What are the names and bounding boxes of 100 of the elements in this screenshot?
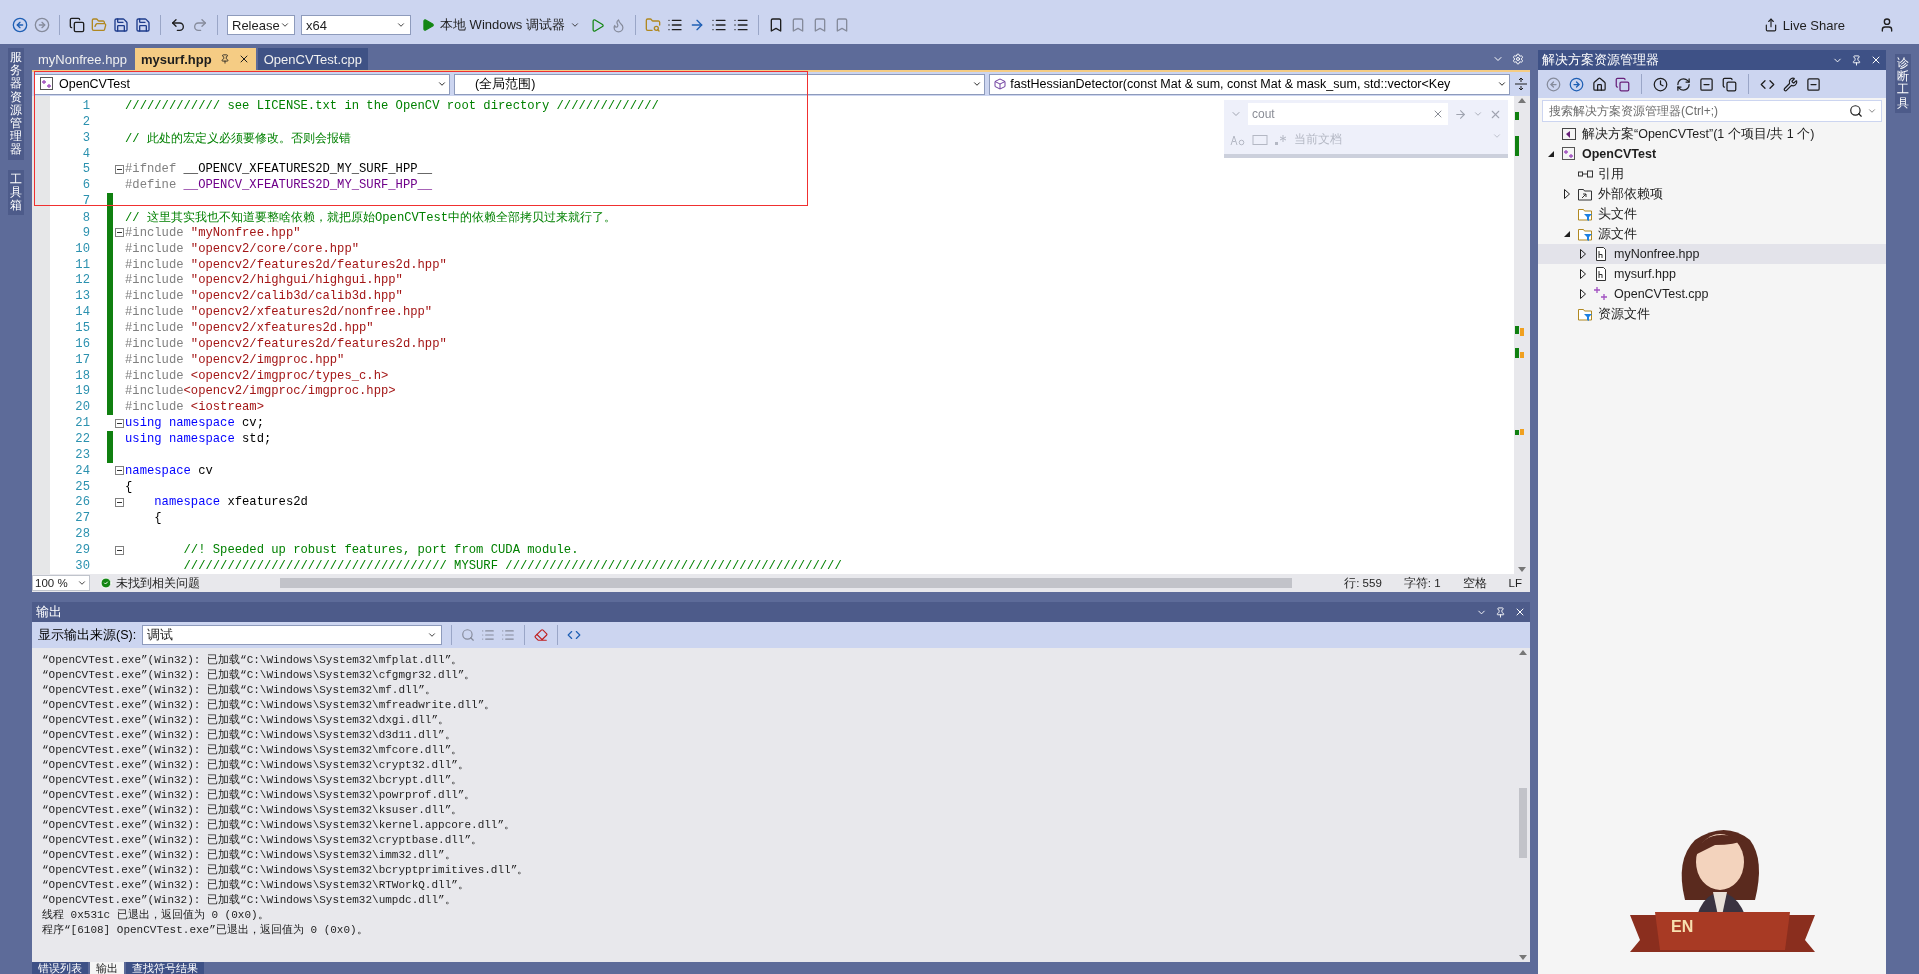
find-field[interactable]: cout (1248, 103, 1448, 125)
close-icon[interactable] (1870, 54, 1882, 66)
panel-tab[interactable]: 查找符号结果 (126, 962, 204, 974)
panel-tab[interactable]: 错误列表 (32, 962, 88, 974)
tree-item[interactable]: 引用 (1538, 164, 1886, 184)
editor-tab[interactable]: myNonfree.hpp (32, 48, 133, 70)
preview-icon[interactable] (1806, 76, 1821, 92)
collapsed-arrow-icon[interactable] (1580, 289, 1586, 299)
close-icon[interactable] (1514, 606, 1526, 618)
line-indicator: 行: 559 (1344, 575, 1382, 591)
pin-icon[interactable] (1495, 606, 1506, 618)
tree-item[interactable]: mysurf.hpp (1538, 264, 1886, 284)
output-line: “OpenCVTest.exe”(Win32): 已加载“C:\Windows\System32\mf.dll”。 (42, 683, 437, 697)
collapse-all-icon[interactable] (1699, 76, 1714, 92)
undo-icon[interactable] (170, 17, 186, 33)
panel-title: 输出 (36, 603, 63, 621)
scroll-down-icon[interactable] (1518, 567, 1526, 572)
filter-folder-icon (1577, 226, 1593, 242)
editor-tab[interactable]: mysurf.hpp (134, 48, 256, 70)
history-icon[interactable] (1653, 76, 1668, 92)
horizontal-scrollbar[interactable] (280, 578, 1293, 588)
collapse-icon[interactable] (114, 497, 124, 507)
collapsed-arrow-icon[interactable] (1580, 269, 1586, 279)
tree-item[interactable]: OpenCVTest (1538, 144, 1886, 164)
settings-icon[interactable] (1512, 53, 1524, 65)
line-number: 2 (81, 114, 90, 129)
side-tab[interactable]: 工具箱 (8, 169, 24, 216)
forward-icon[interactable] (1569, 76, 1584, 92)
collapse-icon[interactable] (114, 418, 124, 428)
scrollbar-thumb[interactable] (1519, 788, 1527, 858)
tree-item[interactable]: 外部依赖项 (1538, 184, 1886, 204)
collapsed-arrow-icon[interactable] (1564, 189, 1570, 199)
tree-item[interactable]: 源文件 (1538, 224, 1886, 244)
collapsed-arrow-icon[interactable] (1580, 249, 1586, 259)
caret-icon (396, 20, 406, 30)
tree-item[interactable]: OpenCVTest.cpp (1538, 284, 1886, 304)
panel-title: 解决方案资源管理器 (1542, 51, 1660, 69)
vertical-scrollbar[interactable] (1514, 96, 1530, 574)
pin-icon[interactable] (219, 54, 230, 64)
new-item-icon[interactable] (69, 17, 85, 33)
code-line: #include "myNonfree.hpp" (125, 225, 301, 240)
switch-view-icon[interactable] (1615, 76, 1630, 92)
split-icon[interactable] (1514, 77, 1528, 91)
scroll-down-icon[interactable] (1519, 955, 1527, 960)
pin-icon[interactable] (1851, 54, 1862, 66)
line-number: 26 (74, 495, 90, 510)
word-wrap-icon[interactable] (567, 628, 582, 642)
output-line: “OpenCVTest.exe”(Win32): 已加载“C:\Windows\System32\crypt32.dll”。 (42, 758, 470, 772)
code-line: #define __OPENCV_XFEATURES2D_MY_SURF_HPP__ (125, 178, 433, 193)
output-line: “OpenCVTest.exe”(Win32): 已加载“C:\Windows\System32\ksuser.dll”。 (42, 803, 464, 817)
scroll-up-icon[interactable] (1518, 98, 1526, 103)
home-icon[interactable] (1592, 76, 1607, 92)
tree-item[interactable]: 解决方案“OpenCVTest”(1 个项目/共 1 个) (1538, 124, 1886, 144)
line-number: 18 (74, 368, 90, 383)
line-number: 12 (74, 273, 90, 288)
caret-icon (77, 578, 87, 588)
whitespace-indicator[interactable]: 空格 (1462, 575, 1487, 591)
zoom-dropdown[interactable]: 100 % (32, 575, 90, 591)
show-all-files-icon[interactable] (1722, 76, 1737, 92)
collapse-icon[interactable] (114, 466, 124, 476)
project-dropdown[interactable]: OpenCVTest (34, 73, 451, 95)
collapse-icon[interactable] (114, 164, 124, 174)
side-tab[interactable]: 服务器资源管理器 (8, 48, 24, 160)
tree-item[interactable]: 头文件 (1538, 204, 1886, 224)
member-dropdown[interactable]: fastHessianDetector(const Mat & sum, const Mat & mask_sum, std::vector<Key (989, 73, 1510, 95)
vertical-scrollbar[interactable] (1516, 648, 1530, 962)
feedback-icon[interactable] (1879, 17, 1895, 33)
output-line: “OpenCVTest.exe”(Win32): 已加载“C:\Windows\System32\powrprof.dll”。 (42, 788, 477, 802)
live-share-button[interactable]: Live Share (1759, 17, 1849, 33)
code-line: // 此处的宏定义必须要修改。否则会报错 (125, 130, 351, 147)
editor-tab[interactable]: OpenCVTest.cpp (257, 48, 368, 70)
output-source-dropdown[interactable]: 调试 (142, 625, 443, 645)
clear-icon[interactable] (1432, 108, 1444, 120)
scroll-up-icon[interactable] (1519, 650, 1527, 655)
collapse-icon[interactable] (114, 228, 124, 238)
expanded-arrow-icon[interactable] (1563, 230, 1571, 238)
collapse-icon[interactable] (114, 545, 124, 555)
search-field[interactable]: 搜索解决方案资源管理器(Ctrl+;) (1547, 103, 1845, 119)
panel-tab[interactable]: 输出 (90, 962, 124, 974)
configuration-dropdown[interactable]: Release (227, 15, 295, 35)
back-icon[interactable] (12, 17, 28, 33)
side-tab[interactable]: 诊断工具 (1894, 54, 1911, 113)
refresh-icon[interactable] (1676, 76, 1691, 92)
issues-indicator[interactable]: 未找到相关问题 (100, 575, 270, 591)
tree-item[interactable]: myNonfree.hpp (1538, 244, 1886, 264)
line-ending-indicator[interactable]: LF (1508, 577, 1522, 589)
scope-dropdown[interactable]: (全局范围) (454, 73, 986, 95)
caret-icon (427, 630, 438, 640)
play-icon[interactable] (589, 17, 605, 33)
clear-all-icon[interactable] (534, 628, 549, 642)
expanded-arrow-icon[interactable] (1547, 150, 1555, 158)
platform-dropdown[interactable]: x64 (301, 15, 411, 35)
properties-icon[interactable] (1783, 76, 1798, 92)
tree-item[interactable]: 资源文件 (1538, 304, 1886, 324)
start-debugging-button[interactable]: 本地 Windows 调试器 (417, 16, 584, 34)
search-icon[interactable] (1849, 104, 1863, 118)
save-icon[interactable] (113, 17, 129, 33)
search-box[interactable]: 搜索解决方案资源管理器(Ctrl+;) (1542, 100, 1882, 122)
save-all-icon[interactable] (135, 17, 151, 33)
filter-folder-icon (1577, 306, 1593, 322)
